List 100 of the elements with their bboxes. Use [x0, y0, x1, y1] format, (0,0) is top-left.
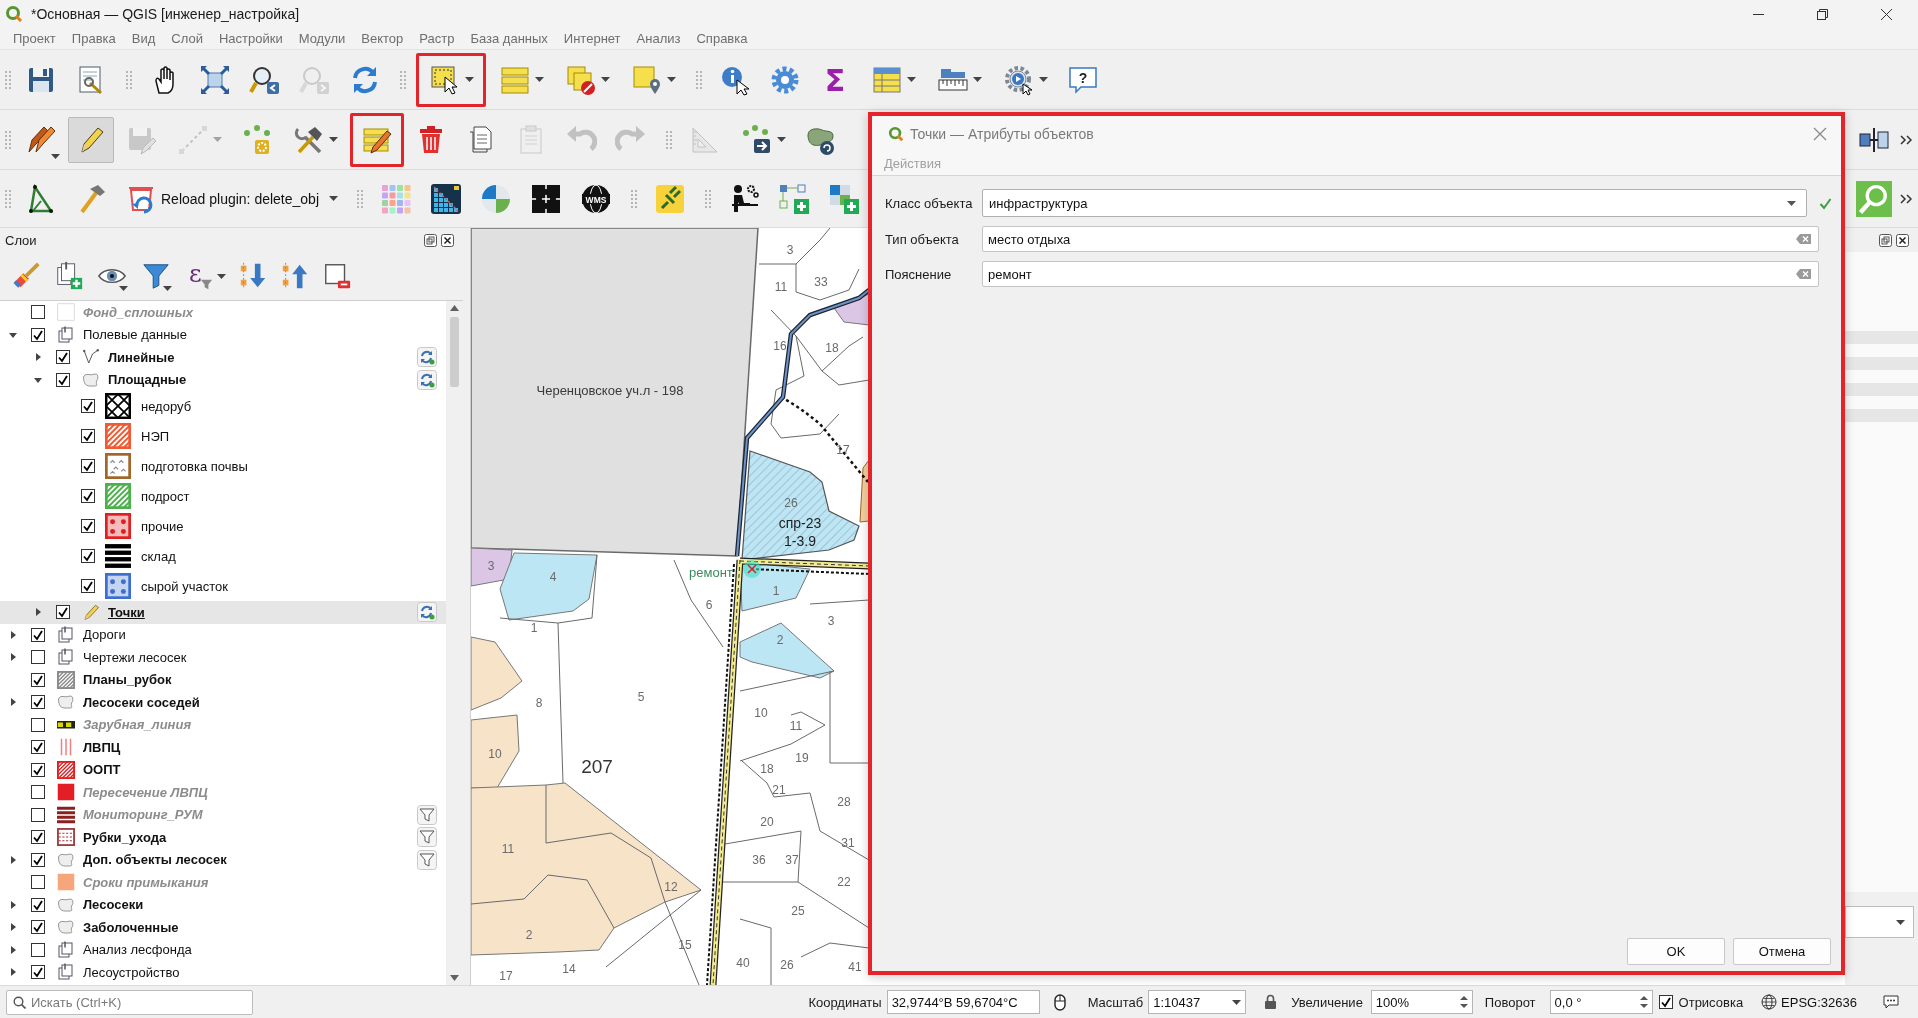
help-button[interactable]: ? [1060, 56, 1106, 103]
checkbox[interactable] [31, 852, 45, 867]
menu-item[interactable]: База данных [462, 31, 556, 46]
layer-name[interactable]: Планы_рубок [83, 672, 172, 688]
checkbox[interactable] [31, 695, 45, 710]
legend-label[interactable]: прочие [141, 518, 184, 534]
sync-badge-icon[interactable] [417, 602, 437, 623]
caret-right-icon[interactable] [8, 697, 18, 708]
group-name[interactable]: Полевые данные [83, 327, 187, 343]
toggle-editing-button[interactable] [68, 116, 114, 163]
filter-icon[interactable] [417, 804, 437, 825]
wms-button[interactable]: WMS [573, 175, 619, 222]
layer-name[interactable]: Доп. объекты лесосек [83, 852, 227, 868]
arrow-down-icon[interactable] [450, 975, 459, 981]
crs-button[interactable]: EPSG:32636 [1761, 994, 1857, 1010]
filter-icon[interactable] [417, 849, 437, 870]
layer-name[interactable]: Рубки_ухода [83, 829, 167, 845]
drag-handle-icon[interactable] [5, 128, 11, 151]
group-name[interactable]: Чертежи лесосек [83, 649, 187, 665]
caret-right-icon[interactable] [8, 944, 18, 955]
layer-name[interactable]: Лесосеки соседей [83, 694, 200, 710]
checkbox[interactable] [31, 627, 45, 642]
drag-handle-icon[interactable] [666, 128, 672, 151]
layer-name[interactable]: ООПТ [83, 762, 121, 778]
menu-item[interactable]: Справка [688, 31, 756, 46]
clear-icon[interactable] [1796, 269, 1811, 279]
layer-name[interactable]: Заболоченные [83, 919, 179, 935]
menu-item[interactable]: Настройки [210, 31, 291, 46]
drag-handle-icon[interactable] [696, 68, 702, 91]
menu-item[interactable]: Вектор [353, 31, 412, 46]
clear-icon[interactable] [1796, 234, 1811, 244]
checkbox[interactable] [81, 429, 95, 443]
checkbox[interactable] [31, 830, 45, 845]
checkbox[interactable] [31, 740, 45, 755]
checkbox[interactable] [31, 897, 45, 912]
drag-handle-icon[interactable] [357, 187, 363, 210]
caret-right-icon[interactable] [33, 607, 43, 618]
checkbox[interactable] [31, 965, 45, 980]
close-icon[interactable] [1896, 233, 1909, 247]
message-icon[interactable] [1883, 994, 1899, 1010]
checkbox[interactable] [56, 372, 70, 387]
checkbox[interactable] [81, 459, 95, 473]
arrow-up-icon[interactable] [450, 305, 459, 311]
legend-label[interactable]: сырой участок [141, 578, 228, 594]
checkbox[interactable] [31, 327, 45, 342]
caret-right-icon[interactable] [8, 899, 18, 910]
drag-handle-icon[interactable] [126, 68, 132, 91]
drag-handle-icon[interactable] [5, 187, 11, 210]
close-icon[interactable] [441, 233, 454, 247]
layer-name[interactable]: Линейные [108, 349, 175, 365]
search-field[interactable]: Искать (Ctrl+K) [6, 989, 253, 1015]
sync-badge-icon[interactable] [417, 347, 437, 368]
checkbox[interactable] [81, 489, 95, 503]
checkbox[interactable] [31, 875, 45, 890]
caret-right-icon[interactable] [8, 967, 18, 978]
checkbox[interactable] [56, 350, 70, 365]
caret-right-icon[interactable] [33, 352, 43, 363]
menu-item[interactable]: Правка [63, 31, 124, 46]
layer-name[interactable]: ЛВПЦ [83, 739, 121, 755]
checkbox[interactable] [1658, 995, 1673, 1009]
coordinate-field[interactable]: 32,9744°В 59,6704°С [886, 990, 1040, 1014]
menu-item[interactable]: Слой [163, 31, 211, 46]
checkbox[interactable] [31, 305, 45, 320]
dialog-button[interactable]: OK [1627, 938, 1725, 965]
float-icon[interactable] [1879, 233, 1892, 247]
group-name[interactable]: Дороги [83, 627, 126, 643]
legend-label[interactable]: НЭП [141, 428, 170, 444]
dialog-button[interactable]: Отмена [1733, 938, 1831, 965]
legend-label[interactable]: подрост [141, 488, 190, 504]
text-field[interactable]: место отдыха [982, 226, 1819, 252]
menu-item[interactable]: Модули [290, 31, 354, 46]
legend-label[interactable]: недоруб [141, 398, 192, 414]
group-name[interactable]: Лесоустройство [83, 964, 180, 980]
checkbox[interactable] [81, 549, 95, 563]
sync-badge-icon[interactable] [417, 369, 437, 390]
layer-name[interactable]: Точки [108, 604, 145, 620]
menu-item[interactable]: Вид [123, 31, 164, 46]
checkbox[interactable] [31, 942, 45, 957]
checkbox[interactable] [31, 650, 45, 665]
caret-right-icon[interactable] [8, 629, 18, 640]
scroll-thumb[interactable] [450, 317, 459, 387]
float-icon[interactable] [424, 233, 437, 247]
dropdown-field[interactable] [1845, 906, 1914, 938]
rotation-spinbox[interactable]: 0,0 ° [1549, 990, 1653, 1014]
statistics-button[interactable]: Σ [812, 56, 858, 103]
checkbox[interactable] [31, 717, 45, 732]
checkbox[interactable] [31, 920, 45, 935]
drag-handle-icon[interactable] [631, 187, 637, 210]
drag-handle-icon[interactable] [5, 68, 11, 91]
menu-item[interactable]: Проект [5, 31, 64, 46]
scale-combo[interactable]: 1:10437 [1148, 990, 1247, 1014]
render-label[interactable]: Отрисовка [1678, 994, 1744, 1010]
checkbox[interactable] [31, 762, 45, 777]
caret-right-icon[interactable] [8, 922, 18, 933]
checkbox[interactable] [31, 672, 45, 687]
filter-icon[interactable] [417, 827, 437, 848]
modify-attributes-button[interactable] [350, 112, 404, 167]
checkbox[interactable] [56, 605, 70, 620]
scrollbar[interactable] [446, 301, 463, 985]
checkbox[interactable] [81, 519, 95, 533]
